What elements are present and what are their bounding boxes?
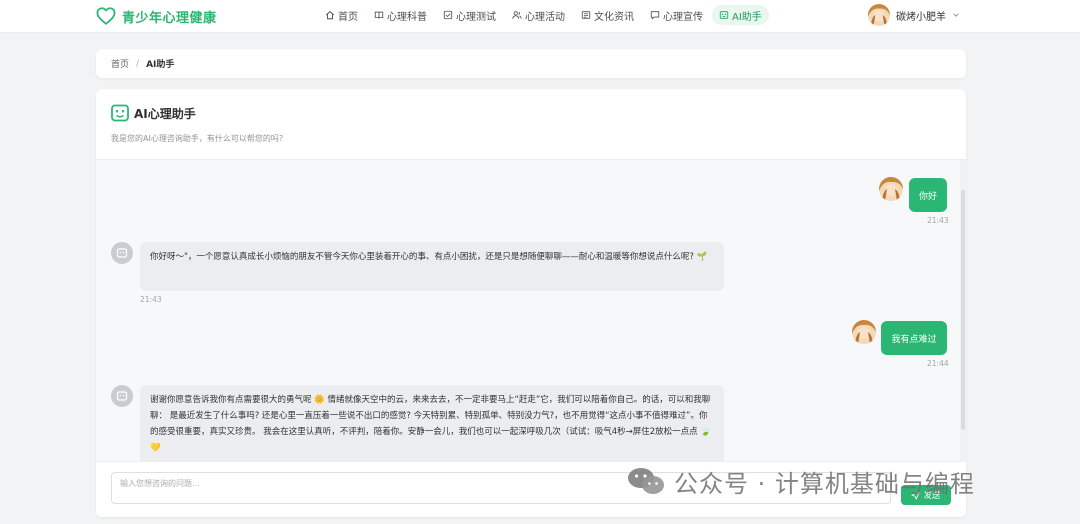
assistant-message: 谢谢你愿意告诉我你有点需要很大的勇气呢 🌼 情绪就像天空中的云，来来去去，不一定… [140, 385, 724, 461]
user-avatar [879, 177, 903, 201]
breadcrumb-home[interactable]: 首页 [111, 57, 129, 70]
nav-psych-science[interactable]: 心理科普 [367, 5, 434, 25]
heart-icon [96, 7, 116, 25]
assistant-message: 你好呀～"，一个愿意认真成长小烦恼的朋友不管今天你心里装着开心的事、有点小困扰，… [140, 242, 724, 291]
input-area: 发送 [96, 461, 966, 517]
avatar [868, 4, 890, 26]
user-name: 碳烤小肥羊 [896, 11, 946, 23]
breadcrumb: 首页 / AI助手 [96, 49, 966, 78]
robot-icon [116, 248, 128, 258]
nav-label: 首页 [338, 11, 358, 23]
send-button[interactable]: 发送 [901, 485, 951, 505]
message-time: 21:43 [140, 295, 162, 304]
user-avatar [852, 320, 876, 344]
chevron-down-icon [953, 13, 959, 17]
bot-avatar [111, 385, 133, 407]
brand-logo[interactable]: 青少年心理健康 [96, 3, 217, 29]
chat-subtitle: 我是您的AI心理咨询助手，有什么可以帮您的吗? [111, 134, 284, 143]
top-navbar: 青少年心理健康 首页 心理科普 心理测试 心理活动 文化资讯 心理宣传 AI助手… [0, 0, 1080, 33]
book-icon [374, 11, 384, 19]
brand-name: 青少年心理健康 [122, 10, 217, 26]
user-message: 你好 [909, 178, 947, 212]
bot-avatar [111, 242, 133, 264]
nav-psych-promo[interactable]: 心理宣传 [643, 5, 710, 25]
nav-label: 心理宣传 [663, 11, 703, 23]
home-icon [325, 11, 335, 20]
nav-psych-test[interactable]: 心理测试 [436, 5, 503, 25]
checkbox-icon [443, 10, 453, 20]
chat-header: AI心理助手 我是您的AI心理咨询助手，有什么可以帮您的吗? [96, 89, 966, 160]
nav-label: 心理科普 [387, 11, 427, 23]
breadcrumb-current: AI助手 [146, 60, 175, 70]
nav-culture-news[interactable]: 文化资讯 [574, 5, 641, 25]
chat-title: AI心理助手 [134, 107, 196, 121]
news-icon [581, 11, 591, 19]
user-menu[interactable]: 碳烤小肥羊 [868, 2, 960, 28]
main-nav: 首页 心理科普 心理测试 心理活动 文化资讯 心理宣传 AI助手 [318, 4, 769, 26]
message-icon [650, 11, 660, 20]
send-icon [911, 490, 921, 500]
nav-home[interactable]: 首页 [318, 5, 365, 25]
nav-label: 心理测试 [456, 11, 496, 23]
message-time: 21:43 [927, 216, 949, 225]
nav-ai-assistant[interactable]: AI助手 [712, 5, 769, 25]
robot-icon [719, 11, 729, 19]
chat-panel: AI心理助手 我是您的AI心理咨询助手，有什么可以帮您的吗? 你好 21:43 … [96, 89, 966, 517]
scrollbar[interactable] [960, 160, 966, 461]
nav-label: AI助手 [732, 11, 762, 23]
message-list[interactable]: 你好 21:43 你好呀～"，一个愿意认真成长小烦恼的朋友不管今天你心里装着开心… [96, 160, 966, 461]
send-label: 发送 [923, 491, 941, 501]
user-message: 我有点难过 [881, 321, 947, 355]
nav-psych-activity[interactable]: 心理活动 [505, 5, 572, 25]
scrollbar-thumb[interactable] [961, 190, 965, 430]
robot-icon [111, 104, 129, 122]
chat-input[interactable] [111, 472, 891, 504]
nav-label: 文化资讯 [594, 11, 634, 23]
breadcrumb-separator: / [136, 58, 140, 69]
nav-label: 心理活动 [525, 11, 565, 23]
message-time: 21:44 [927, 359, 949, 368]
robot-icon [116, 391, 128, 401]
users-icon [512, 11, 522, 19]
